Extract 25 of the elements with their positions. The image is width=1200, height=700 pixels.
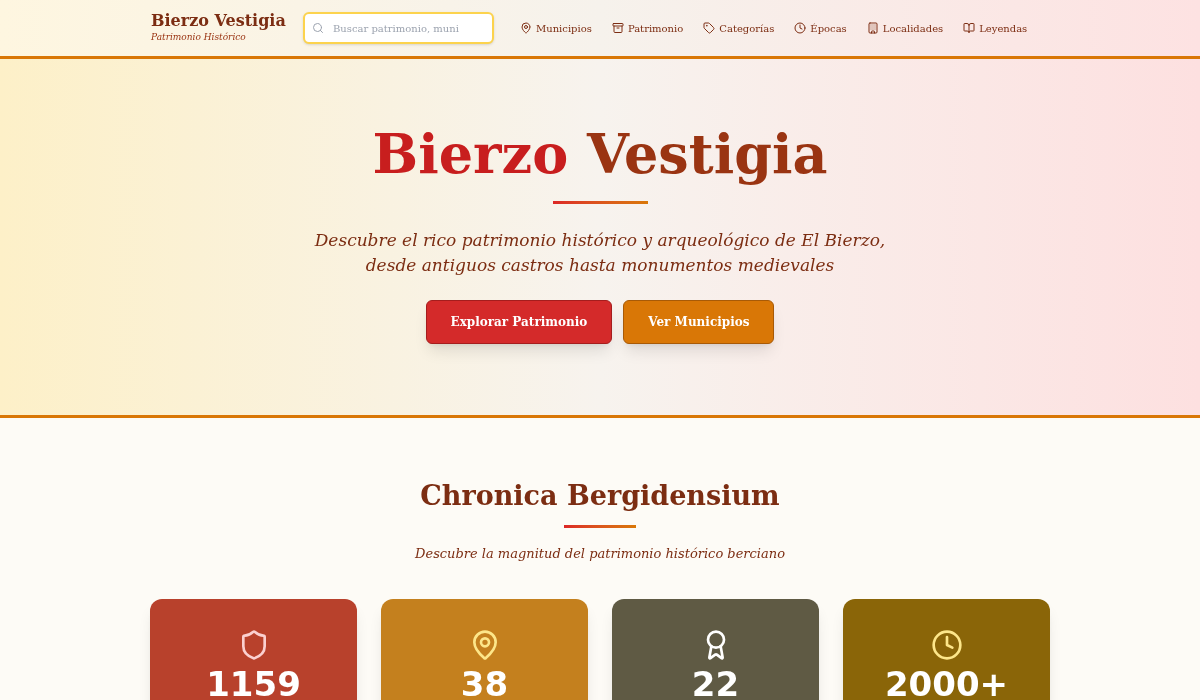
stat-value: 22	[691, 667, 740, 700]
archive-box-icon	[611, 22, 624, 34]
stat-value: 1159	[206, 667, 301, 700]
open-book-icon	[963, 22, 976, 34]
nav-link[interactable]: Municipios	[520, 20, 592, 36]
building-icon	[866, 22, 879, 34]
nav-link[interactable]: Localidades	[866, 20, 944, 36]
nav-link[interactable]: Categorías	[703, 20, 775, 36]
site-subtitle: Patrimonio Histórico	[151, 31, 247, 45]
nav-link[interactable]: Épocas	[794, 20, 847, 36]
section-title: Chronica Bergidensium	[420, 479, 780, 513]
nav-link[interactable]: Leyendas	[963, 20, 1028, 36]
hero-button[interactable]: Explorar Patrimonio	[425, 300, 613, 344]
clock-icon	[794, 22, 807, 34]
nav-link[interactable]: Patrimonio	[611, 20, 684, 36]
tag-icon	[703, 22, 716, 34]
hero-lead: Descubre el rico patrimonio histórico y arqueológico de El Bierzo, desde antiguos castros hasta monumentos medievales	[314, 229, 886, 277]
clock-icon	[930, 629, 963, 661]
map-pin-icon	[520, 22, 532, 34]
search-field[interactable]: Buscar patrimonio, muni	[303, 12, 494, 44]
section-subtitle: Descubre la magnitud del patrimonio histórico berciano	[415, 544, 785, 563]
site-title[interactable]: Bierzo Vestigia	[151, 11, 303, 32]
stat-value: 38	[460, 667, 509, 700]
search-icon	[312, 22, 324, 34]
stat-value: 2000+	[884, 667, 1009, 700]
